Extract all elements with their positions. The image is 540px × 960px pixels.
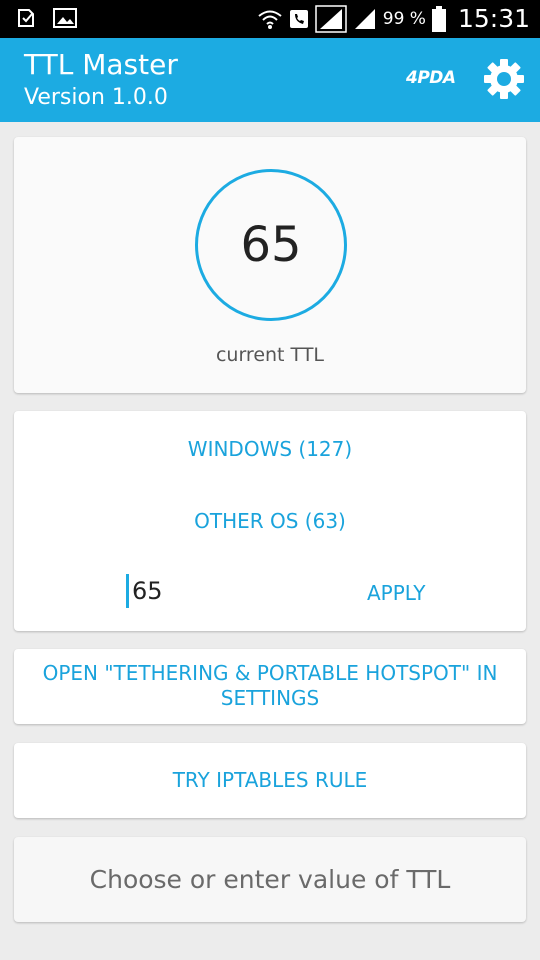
open-tethering-card[interactable]: OPEN "TETHERING & PORTABLE HOTSPOT" IN S… <box>14 649 526 724</box>
wifi-icon <box>258 10 282 29</box>
app-version: Version 1.0.0 <box>24 85 168 110</box>
iptables-card[interactable]: TRY IPTABLES RULE <box>14 743 526 818</box>
hint-text: Choose or enter value of TTL <box>89 865 451 894</box>
current-ttl-value: 65 <box>195 169 347 321</box>
download-done-icon <box>18 9 34 27</box>
phone-icon <box>289 9 308 28</box>
signal-icon <box>315 4 347 33</box>
other-os-preset-button[interactable]: OTHER OS (63) <box>14 509 526 533</box>
windows-preset-button[interactable]: WINDOWS (127) <box>14 437 526 461</box>
app-title: TTL Master <box>24 48 178 81</box>
4pda-logo[interactable]: 4PDA <box>406 68 456 88</box>
app-bar: TTL Master Version 1.0.0 4PDA <box>0 38 540 122</box>
gear-icon[interactable] <box>483 58 525 100</box>
current-ttl-caption: current TTL <box>215 344 325 366</box>
iptables-button[interactable]: TRY IPTABLES RULE <box>14 768 526 792</box>
apply-button[interactable]: APPLY <box>367 581 426 605</box>
image-icon <box>53 8 77 28</box>
preset-card: WINDOWS (127) OTHER OS (63) APPLY <box>14 411 526 631</box>
open-tethering-button[interactable]: OPEN "TETHERING & PORTABLE HOTSPOT" IN S… <box>14 661 526 711</box>
battery-percent: 99 % <box>382 8 426 29</box>
battery-icon <box>431 5 446 32</box>
hint-card: Choose or enter value of TTL <box>14 837 526 922</box>
status-bar: 99 % 15:31 <box>0 0 540 38</box>
signal-icon <box>354 8 375 29</box>
clock: 15:31 <box>457 4 530 33</box>
current-ttl-card: 65 current TTL <box>14 137 526 393</box>
ttl-input[interactable] <box>126 574 252 608</box>
